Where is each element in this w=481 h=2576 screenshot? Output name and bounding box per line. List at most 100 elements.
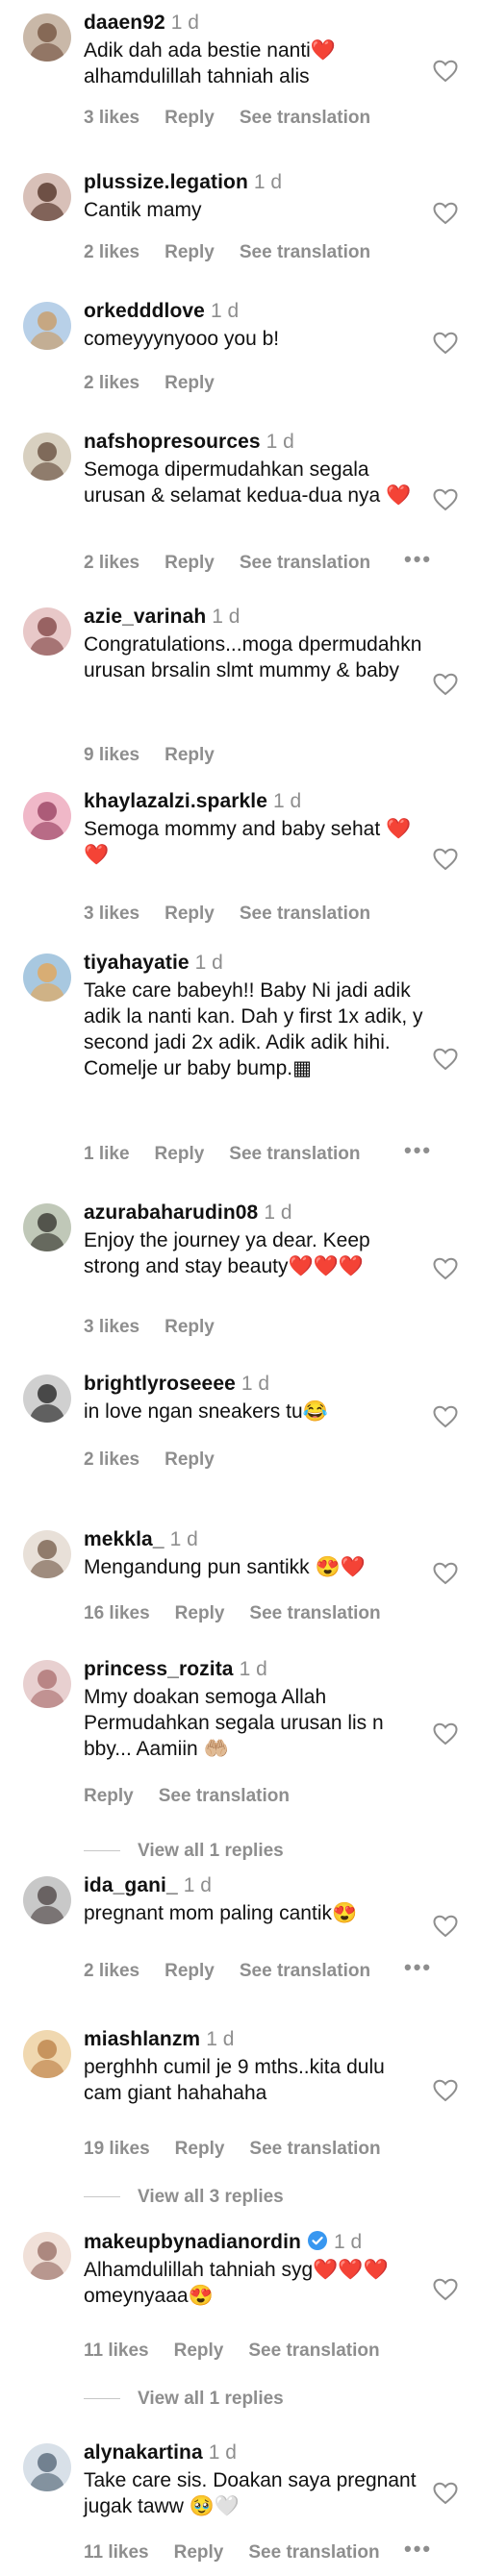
reply-button[interactable]: Reply: [165, 373, 215, 393]
avatar[interactable]: [23, 2232, 71, 2280]
reply-button[interactable]: Reply: [174, 2542, 224, 2563]
avatar[interactable]: [23, 1876, 71, 1924]
avatar[interactable]: [23, 433, 71, 481]
comment-body: azurabaharudin08 1 d Enjoy the journey ya …: [84, 1201, 427, 1279]
avatar[interactable]: [23, 13, 71, 62]
heart-outline-icon[interactable]: [433, 1562, 458, 1585]
username[interactable]: azie_varinah: [84, 606, 206, 628]
view-replies-link[interactable]: View all 1 replies: [84, 2389, 284, 2410]
reply-button[interactable]: Reply: [175, 1603, 225, 1623]
likes-count[interactable]: 2 likes: [84, 373, 139, 393]
see-translation-link[interactable]: See translation: [248, 2341, 379, 2361]
avatar[interactable]: [23, 1375, 71, 1423]
username[interactable]: tiyahayatie: [84, 952, 190, 974]
more-options-icon[interactable]: •••: [404, 547, 432, 572]
heart-outline-icon[interactable]: [433, 488, 458, 511]
username[interactable]: mekkla_: [84, 1528, 165, 1550]
reply-button[interactable]: Reply: [165, 1449, 215, 1470]
avatar[interactable]: [23, 1660, 71, 1708]
likes-count[interactable]: 11 likes: [84, 2542, 149, 2563]
reply-button[interactable]: Reply: [165, 745, 215, 765]
heart-outline-icon[interactable]: [433, 332, 458, 355]
likes-count[interactable]: 2 likes: [84, 242, 139, 262]
reply-button[interactable]: Reply: [155, 1144, 205, 1164]
avatar[interactable]: [23, 2443, 71, 2491]
reply-button[interactable]: Reply: [175, 2139, 225, 2159]
heart-outline-icon[interactable]: [433, 1257, 458, 1280]
see-translation-link[interactable]: See translation: [240, 904, 370, 924]
likes-count[interactable]: 9 likes: [84, 745, 139, 765]
likes-count[interactable]: 3 likes: [84, 108, 139, 128]
heart-outline-icon[interactable]: [433, 202, 458, 225]
timestamp: 1 d: [210, 300, 240, 322]
avatar[interactable]: [23, 302, 71, 350]
username[interactable]: miashlanzm: [84, 2028, 200, 2050]
reply-button[interactable]: Reply: [165, 1317, 215, 1337]
avatar[interactable]: [23, 607, 71, 656]
see-translation-link[interactable]: See translation: [159, 1786, 290, 1806]
reply-button[interactable]: Reply: [165, 1961, 215, 1981]
heart-outline-icon[interactable]: [433, 1405, 458, 1428]
username[interactable]: makeupbynadianordin: [84, 2231, 301, 2253]
reply-button[interactable]: Reply: [165, 904, 215, 924]
divider-line: [84, 1850, 120, 1852]
username[interactable]: khaylazalzi.sparkle: [84, 790, 267, 812]
username[interactable]: princess_rozita: [84, 1658, 234, 1680]
view-replies-link[interactable]: View all 3 replies: [84, 2187, 284, 2208]
heart-outline-icon[interactable]: [433, 1048, 458, 1071]
username[interactable]: ida_gani_: [84, 1874, 178, 1896]
reply-button[interactable]: Reply: [84, 1786, 134, 1806]
see-translation-link[interactable]: See translation: [248, 2542, 379, 2563]
likes-count[interactable]: 2 likes: [84, 553, 139, 573]
username[interactable]: brightlyroseeee: [84, 1373, 236, 1395]
heart-outline-icon[interactable]: [433, 848, 458, 871]
more-options-icon[interactable]: •••: [404, 1955, 432, 1980]
likes-count[interactable]: 1 like: [84, 1144, 130, 1164]
reply-button[interactable]: Reply: [165, 242, 215, 262]
timestamp: 1 d: [169, 1528, 198, 1550]
likes-count[interactable]: 3 likes: [84, 904, 139, 924]
heart-outline-icon[interactable]: [433, 1722, 458, 1746]
see-translation-link[interactable]: See translation: [240, 108, 370, 128]
comments-list: daaen92 1 d Adik dah ada bestie nanti❤️ al…: [0, 0, 481, 2576]
see-translation-link[interactable]: See translation: [240, 242, 370, 262]
avatar[interactable]: [23, 2030, 71, 2078]
avatar[interactable]: [23, 1530, 71, 1578]
likes-count[interactable]: 19 likes: [84, 2139, 150, 2159]
username[interactable]: plussize.legation: [84, 171, 248, 193]
username[interactable]: orkedddlove: [84, 300, 205, 322]
comment-actions: Reply See translation: [84, 1786, 315, 1807]
more-options-icon[interactable]: •••: [404, 1138, 432, 1163]
likes-count[interactable]: 11 likes: [84, 2341, 149, 2361]
see-translation-link[interactable]: See translation: [249, 2139, 380, 2159]
likes-count[interactable]: 2 likes: [84, 1449, 139, 1470]
see-translation-link[interactable]: See translation: [249, 1603, 380, 1623]
username[interactable]: daaen92: [84, 12, 165, 34]
see-translation-link[interactable]: See translation: [240, 553, 370, 573]
heart-outline-icon[interactable]: [433, 2079, 458, 2102]
reply-button[interactable]: Reply: [165, 553, 215, 573]
username[interactable]: alynakartina: [84, 2441, 203, 2464]
timestamp: 1 d: [239, 1658, 267, 1680]
heart-outline-icon[interactable]: [433, 673, 458, 696]
heart-outline-icon[interactable]: [433, 2482, 458, 2505]
likes-count[interactable]: 16 likes: [84, 1603, 150, 1623]
likes-count[interactable]: 3 likes: [84, 1317, 139, 1337]
heart-outline-icon[interactable]: [433, 2278, 458, 2301]
see-translation-link[interactable]: See translation: [229, 1144, 360, 1164]
avatar[interactable]: [23, 954, 71, 1002]
likes-count[interactable]: 2 likes: [84, 1961, 139, 1981]
avatar[interactable]: [23, 1203, 71, 1251]
reply-button[interactable]: Reply: [165, 108, 215, 128]
avatar[interactable]: [23, 173, 71, 221]
reply-button[interactable]: Reply: [174, 2341, 224, 2361]
username[interactable]: azurabaharudin08: [84, 1201, 258, 1224]
more-options-icon[interactable]: •••: [404, 2537, 432, 2562]
comment-header: makeupbynadianordin 1 d: [84, 2230, 427, 2254]
see-translation-link[interactable]: See translation: [240, 1961, 370, 1981]
view-replies-link[interactable]: View all 1 replies: [84, 1841, 284, 1862]
heart-outline-icon[interactable]: [433, 1915, 458, 1938]
username[interactable]: nafshopresources: [84, 431, 261, 453]
heart-outline-icon[interactable]: [433, 60, 458, 83]
avatar[interactable]: [23, 792, 71, 840]
